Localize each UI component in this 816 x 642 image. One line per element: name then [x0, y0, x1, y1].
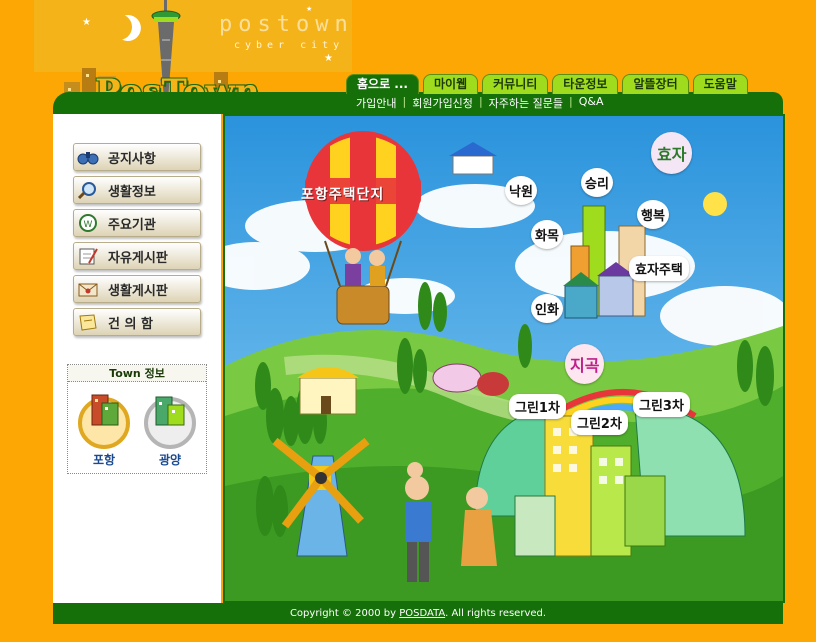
moon-icon [102, 10, 135, 43]
menu-living-board[interactable]: 생활게시판 [73, 275, 201, 303]
town-gwangyang-icon [144, 396, 196, 449]
binoculars-icon [76, 147, 100, 167]
town-label: 광양 [158, 453, 182, 467]
star-icon: ★ [324, 53, 333, 64]
area-green-1[interactable]: 그린1차 [509, 394, 566, 419]
town-map: 포항주택단지 효자 지곡 낙원 승리 행복 화목 효자주택 인화 그린1차 그린… [223, 114, 785, 603]
area-hwamok[interactable]: 화목 [531, 220, 563, 249]
town-pohang-icon [78, 394, 130, 449]
town-pohang[interactable]: 포항 [74, 387, 134, 471]
menu-label: 공지사항 [108, 151, 156, 167]
memo-icon [76, 312, 100, 332]
menu-label: 생활게시판 [108, 283, 168, 299]
subnav-separator: | [478, 95, 483, 108]
area-green-3[interactable]: 그린3차 [633, 392, 690, 417]
star-icon: ★ [82, 17, 91, 28]
area-seungni[interactable]: 승리 [581, 168, 613, 197]
area-inhwa[interactable]: 인화 [531, 294, 563, 323]
menu-major-institutions[interactable]: W 주요기관 [73, 209, 201, 237]
town-label: 포항 [92, 453, 116, 467]
company-link[interactable]: POSDATA [399, 608, 445, 619]
compass-icon: W [76, 213, 100, 233]
footer: Copyright © 2000 by POSDATA. All rights … [53, 603, 783, 624]
balloon-text[interactable]: 포항주택단지 [301, 184, 384, 204]
town-gwangyang[interactable]: 광양 [140, 387, 200, 471]
area-haengbok[interactable]: 행복 [637, 200, 669, 229]
tab-community[interactable]: 커뮤니티 [482, 74, 549, 94]
copyright-suffix: . All rights reserved. [445, 608, 547, 619]
tab-help[interactable]: 도움말 [692, 74, 748, 94]
left-sidebar: 공지사항 생활정보 W 주요기관 자유게시판 생활게시판 건 의 함 Town … [53, 114, 221, 604]
town-info-box: Town 정보 포항 광양 [67, 364, 207, 474]
menu-living-info[interactable]: 생활정보 [73, 176, 201, 204]
area-hyoja-jutaek[interactable]: 효자주택 [629, 256, 689, 281]
town-info-title: Town 정보 [68, 365, 206, 382]
menu-notice[interactable]: 공지사항 [73, 143, 201, 171]
area-green-2[interactable]: 그린2차 [571, 410, 628, 435]
subnav-qna[interactable]: Q&A [579, 95, 604, 111]
menu-label: 건 의 함 [108, 316, 153, 332]
menu-free-board[interactable]: 자유게시판 [73, 242, 201, 270]
notepad-icon [76, 246, 100, 266]
subnav-separator: | [402, 95, 407, 108]
menu-suggestion-box[interactable]: 건 의 함 [73, 308, 201, 336]
copyright-prefix: Copyright © 2000 by [289, 608, 397, 619]
magnifier-icon [76, 180, 100, 200]
tab-town-info[interactable]: 타운정보 [552, 74, 619, 94]
tab-home[interactable]: 홈으로 ... [346, 74, 419, 94]
menu-label: 자유게시판 [108, 250, 168, 266]
logo-subtitle: cyber city [234, 40, 345, 51]
subnav-separator: | [569, 95, 573, 108]
area-nakwon[interactable]: 낙원 [505, 176, 537, 205]
subnav-faq[interactable]: 자주하는 질문들 [489, 95, 563, 111]
tab-myweb[interactable]: 마이웹 [422, 74, 479, 94]
subnav-join-guide[interactable]: 가입안내 [356, 95, 396, 111]
svg-text:W: W [84, 220, 93, 230]
menu-label: 주요기관 [108, 217, 156, 233]
envelope-icon [76, 279, 100, 299]
subnav-signup[interactable]: 회원가입신청 [412, 95, 473, 111]
tab-market[interactable]: 알뜰장터 [622, 74, 689, 94]
main-nav: 홈으로 ... 마이웹 커뮤니티 타운정보 알뜰장터 도움말 [346, 74, 748, 94]
menu-label: 생활정보 [108, 184, 156, 200]
logo-text: postown [219, 12, 354, 37]
sub-nav: 가입안내 | 회원가입신청 | 자주하는 질문들 | Q&A [356, 95, 603, 111]
